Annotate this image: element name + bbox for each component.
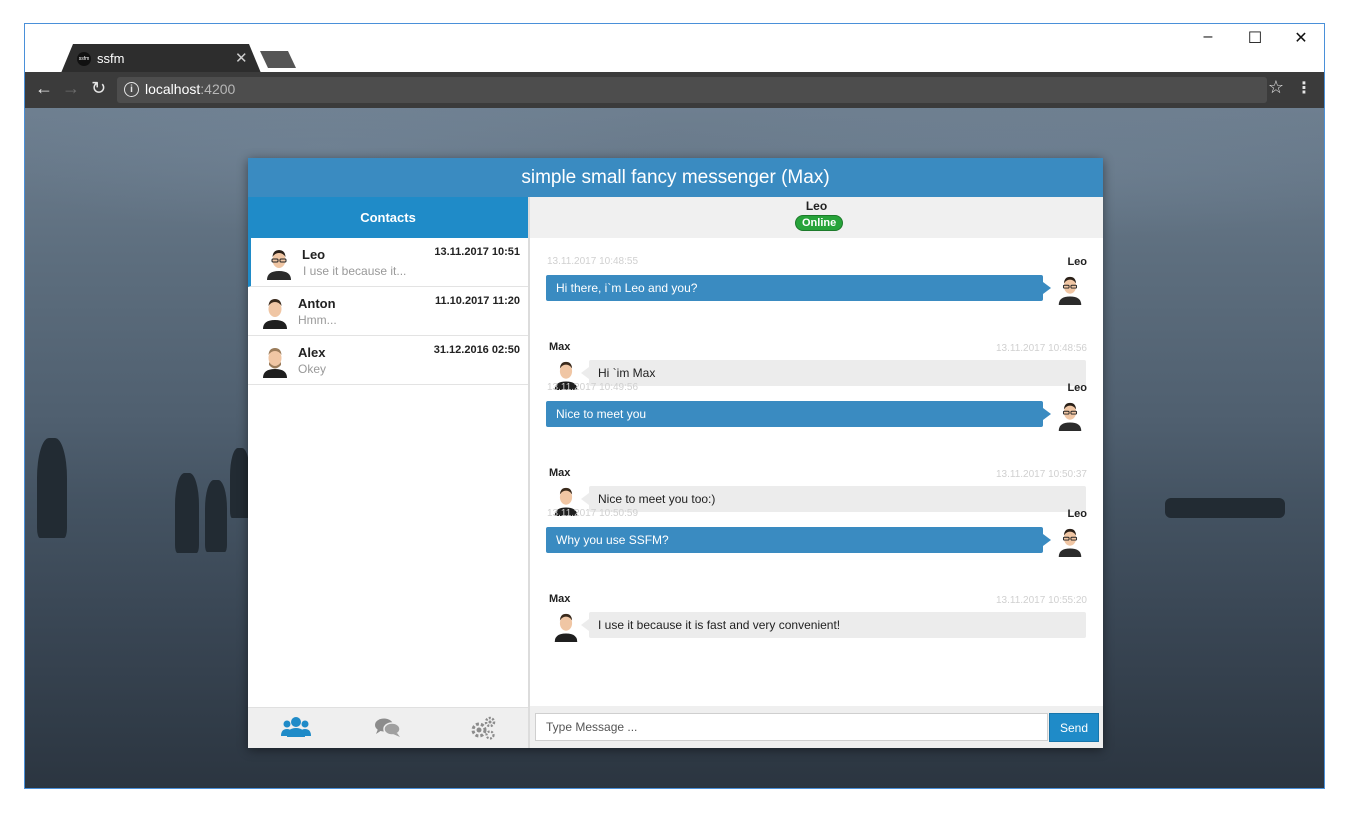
chat-bubbles-icon[interactable]: [373, 715, 403, 741]
browser-window: ssfm ssfm ✕ – ☐ ✕ ← → ↻ i localhost:4200…: [24, 23, 1325, 789]
browser-tab[interactable]: ssfm ssfm ✕: [61, 44, 261, 73]
ssfm-favicon-icon: ssfm: [77, 52, 91, 66]
message-timestamp: 13.11.2017 10:49:56: [547, 382, 639, 393]
url-text: localhost:4200: [145, 81, 235, 97]
message-timestamp: 13.11.2017 10:48:55: [547, 256, 639, 267]
browser-menu-icon[interactable]: ⋮: [1296, 78, 1312, 98]
back-arrow-icon[interactable]: ←: [35, 78, 53, 99]
maximize-icon[interactable]: ☐: [1240, 28, 1270, 48]
contact-preview: I use it because it...: [303, 264, 407, 278]
message-sender: Max: [549, 467, 571, 479]
contact-item-leo[interactable]: Leo I use it because it... 13.11.2017 10:5…: [248, 238, 528, 287]
background-figure: [175, 473, 199, 553]
chat-header: Leo Online: [530, 197, 1103, 238]
background-figure: [37, 438, 67, 538]
site-info-icon[interactable]: i: [124, 82, 139, 97]
contact-name: Anton: [298, 296, 336, 311]
contact-time: 31.12.2016 02:50: [433, 344, 520, 356]
message-timestamp: 13.11.2017 10:50:59: [547, 508, 639, 519]
browser-toolbar: ← → ↻ i localhost:4200 ☆ ⋮: [25, 72, 1324, 108]
contacts-header: Contacts: [248, 197, 528, 238]
contact-preview: Okey: [298, 362, 327, 376]
message-input[interactable]: [535, 713, 1048, 741]
message-timestamp: 13.11.2017 10:55:20: [995, 595, 1087, 606]
contact-time: 13.11.2017 10:51: [434, 246, 520, 258]
incoming-message-bubble: Hi `im Max: [581, 360, 1086, 386]
incoming-message-bubble: Nice to meet you too:): [581, 486, 1086, 512]
avatar: [258, 295, 292, 329]
users-icon[interactable]: [281, 715, 311, 741]
message-sender: Leo: [1067, 508, 1087, 520]
contact-preview: Hmm...: [298, 313, 337, 327]
chat-panel: Leo Online 13.11.2017 10:48:55 Leo Hi ther…: [530, 197, 1103, 748]
contact-name: Alex: [298, 345, 326, 360]
new-tab-button[interactable]: [260, 51, 296, 68]
message-sender: Max: [549, 593, 571, 605]
outgoing-message-bubble: Why you use SSFM?: [546, 527, 1051, 553]
background-figure: [1165, 498, 1285, 518]
contacts-panel: Contacts Leo I use it because it... 13.11.…: [248, 197, 530, 748]
status-badge: Online: [795, 215, 844, 231]
avatar: [1055, 525, 1085, 557]
address-bar[interactable]: i localhost:4200: [117, 77, 1267, 103]
page-background: simple small fancy messenger (Max) Conta…: [25, 108, 1324, 788]
outgoing-message-bubble: Hi there, i`m Leo and you?: [546, 275, 1051, 301]
contact-item-anton[interactable]: Anton Hmm... 11.10.2017 11:20: [248, 287, 528, 336]
message-sender: Leo: [1067, 256, 1087, 268]
message-timestamp: 13.11.2017 10:48:56: [995, 343, 1087, 354]
contact-item-alex[interactable]: Alex Okey 31.12.2016 02:50: [248, 336, 528, 385]
messenger-app: simple small fancy messenger (Max) Conta…: [248, 158, 1103, 748]
message-timestamp: 13.11.2017 10:50:37: [995, 469, 1087, 480]
background-figure: [205, 480, 227, 552]
contacts-footer: [248, 707, 528, 748]
avatar: [262, 246, 296, 280]
close-window-icon[interactable]: ✕: [1286, 28, 1316, 48]
outgoing-message-bubble: Nice to meet you: [546, 401, 1051, 427]
message-sender: Max: [549, 341, 571, 353]
avatar: [258, 344, 292, 378]
background-figure: [230, 448, 250, 518]
browser-titlebar: ssfm ssfm ✕ – ☐ ✕: [25, 24, 1324, 73]
contact-time: 11.10.2017 11:20: [434, 295, 520, 307]
avatar: [551, 610, 581, 642]
bookmark-star-icon[interactable]: ☆: [1268, 77, 1284, 98]
tab-title: ssfm: [97, 51, 125, 66]
message-list[interactable]: 13.11.2017 10:48:55 Leo Hi there, i`m Leo …: [530, 238, 1103, 706]
chat-partner-name: Leo: [805, 199, 828, 213]
send-button[interactable]: Send: [1049, 713, 1099, 742]
url-port: :4200: [200, 81, 236, 97]
contact-name: Leo: [302, 247, 326, 262]
tab-close-icon[interactable]: ✕: [235, 49, 248, 67]
avatar: [1055, 399, 1085, 431]
minimize-icon[interactable]: –: [1193, 28, 1223, 46]
incoming-message-bubble: I use it because it is fast and very con…: [581, 612, 1086, 638]
forward-arrow-icon[interactable]: →: [62, 78, 80, 99]
app-title: simple small fancy messenger (Max): [248, 158, 1103, 197]
settings-gears-icon[interactable]: [468, 715, 498, 741]
message-sender: Leo: [1067, 382, 1087, 394]
avatar: [1055, 273, 1085, 305]
chat-input-bar: Send: [530, 706, 1103, 748]
url-host: localhost: [145, 81, 201, 97]
reload-icon[interactable]: ↻: [91, 78, 106, 99]
